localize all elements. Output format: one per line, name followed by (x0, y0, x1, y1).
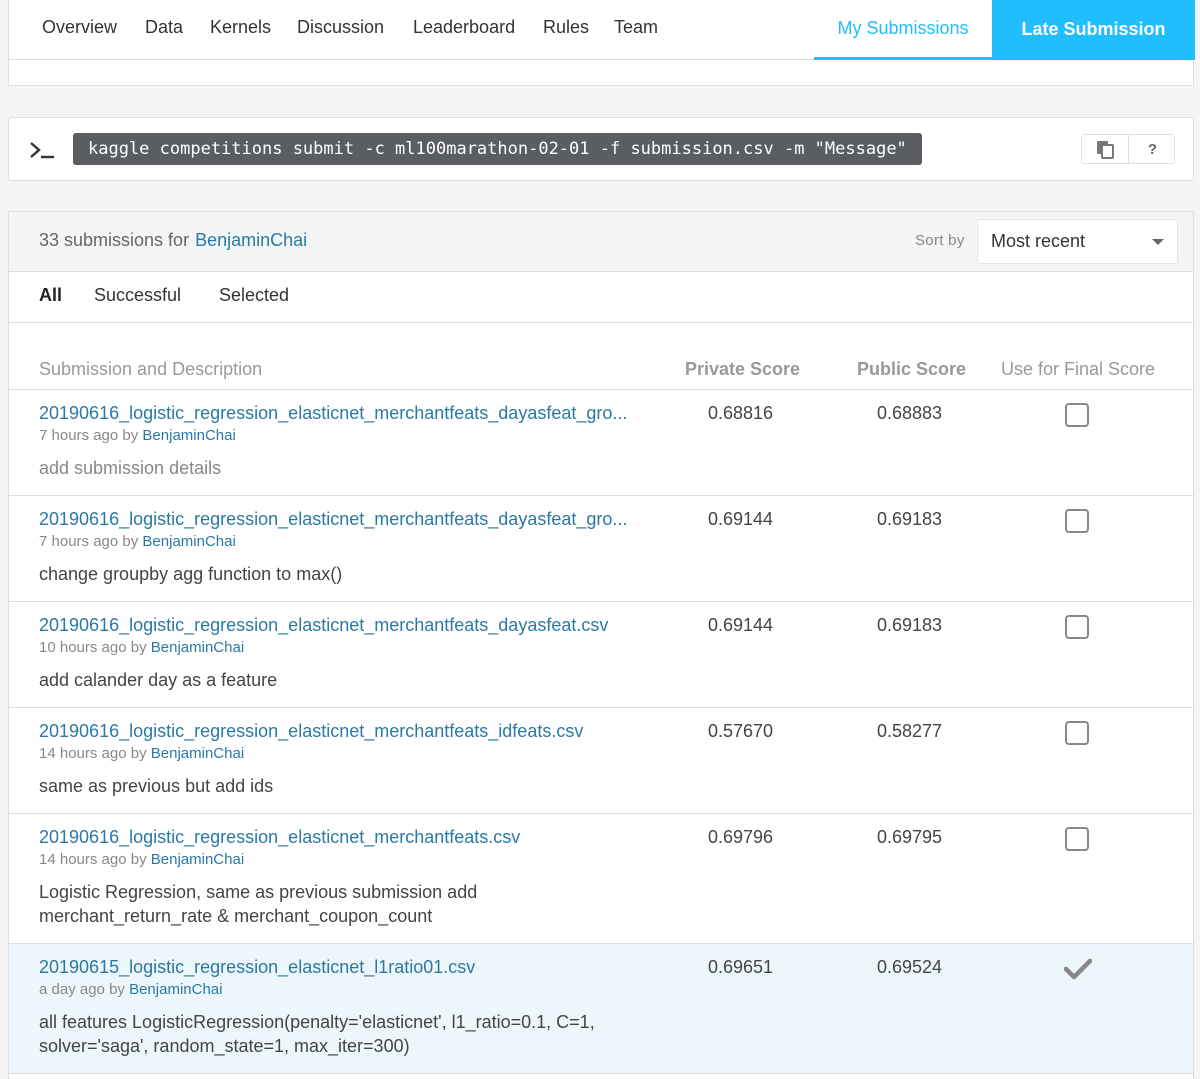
final-score-checkbox[interactable] (1065, 721, 1089, 745)
competition-nav: Overview Data Kernels Discussion Leaderb… (8, 0, 1195, 86)
table-row: 20190616_logistic_regression_elasticnet_… (9, 390, 1193, 496)
submission-description: change groupby agg function to max() (39, 564, 343, 584)
submission-time: 7 hours ago (39, 533, 119, 550)
copy-command-button[interactable] (1082, 135, 1129, 163)
submission-count-text: 33 submissions for (39, 230, 190, 250)
final-score-checkbox[interactable] (1065, 615, 1089, 639)
submission-meta: 7 hours ago by BenjaminChai (39, 533, 236, 550)
chevron-down-icon (1152, 239, 1164, 245)
submission-time: 14 hours ago (39, 851, 127, 868)
tab-data[interactable]: Data (145, 17, 183, 38)
col-submission: Submission and Description (39, 359, 263, 379)
submission-description: same as previous but add ids (39, 776, 274, 796)
submission-time: a day ago (39, 981, 105, 998)
by-label: by (130, 745, 147, 762)
submission-meta: 7 hours ago by BenjaminChai (39, 427, 236, 444)
by-label: by (109, 981, 125, 998)
submission-file-link[interactable]: 20190616_logistic_regression_elasticnet_… (39, 615, 608, 636)
table-row-selected: 20190615_logistic_regression_elasticnet_… (9, 944, 1193, 1074)
submission-count: 33 submissions for BenjaminChai (39, 230, 307, 251)
sort-label: Sort by (915, 232, 965, 249)
submission-user-link[interactable]: BenjaminChai (142, 427, 235, 444)
submission-description: add calander day as a feature (39, 670, 278, 690)
public-score: 0.69795 (877, 827, 943, 847)
tab-overview[interactable]: Overview (42, 17, 117, 38)
api-buttons: ? (1081, 134, 1175, 164)
col-private-score[interactable]: Private Score (685, 359, 800, 380)
api-command-text[interactable]: kaggle competitions submit -c ml100marat… (73, 133, 922, 165)
submission-description[interactable]: add submission details (39, 456, 639, 480)
submission-file-link[interactable]: 20190615_logistic_regression_elasticnet_… (39, 957, 475, 978)
late-submission-button[interactable]: Late Submission (992, 0, 1195, 60)
tab-my-submissions[interactable]: My Submissions (814, 0, 992, 60)
by-label: by (122, 427, 139, 444)
filter-tabs: All Successful Selected (9, 272, 1193, 323)
private-score: 0.69796 (708, 827, 774, 847)
terminal-prompt-icon (30, 142, 54, 159)
tab-leaderboard[interactable]: Leaderboard (413, 17, 515, 38)
final-score-checkbox[interactable] (1065, 403, 1089, 427)
public-score: 0.69524 (877, 957, 943, 977)
tab-rules[interactable]: Rules (543, 17, 589, 38)
submission-meta: 14 hours ago by BenjaminChai (39, 745, 244, 762)
private-score: 0.69144 (708, 509, 774, 529)
sort-select[interactable]: Most recent (977, 219, 1178, 264)
sort-value: Most recent (991, 231, 1086, 251)
submission-user-link[interactable]: BenjaminChai (129, 981, 222, 998)
submissions-panel: 33 submissions for BenjaminChai Sort by M… (8, 211, 1194, 1079)
filter-all[interactable]: All (39, 285, 62, 306)
col-final-score: Use for Final Score (1001, 359, 1156, 379)
public-score: 0.68883 (877, 403, 943, 423)
submission-time: 14 hours ago (39, 745, 127, 762)
tab-discussion[interactable]: Discussion (297, 17, 384, 38)
table-row: 20190616_logistic_regression_elasticnet_… (9, 708, 1193, 814)
submission-time: 10 hours ago (39, 639, 127, 656)
submission-file-link[interactable]: 20190616_logistic_regression_elasticnet_… (39, 509, 627, 530)
final-score-checkbox[interactable] (1065, 509, 1089, 533)
private-score: 0.69651 (708, 957, 774, 977)
tab-team[interactable]: Team (614, 17, 658, 38)
submission-file-link[interactable]: 20190616_logistic_regression_elasticnet_… (39, 403, 627, 424)
table-header: Submission and Description Private Score… (9, 323, 1193, 390)
submission-description: Logistic Regression, same as previous su… (39, 882, 478, 926)
submission-user-link[interactable]: BenjaminChai (151, 851, 244, 868)
submission-time: 7 hours ago (39, 427, 119, 444)
public-score: 0.69183 (877, 509, 943, 529)
api-command-bar: kaggle competitions submit -c ml100marat… (8, 117, 1194, 181)
table-row: 20190616_logistic_regression_elasticnet_… (9, 814, 1193, 944)
col-public-score[interactable]: Public Score (857, 359, 966, 380)
filter-selected[interactable]: Selected (219, 285, 289, 306)
submission-user-link[interactable]: BenjaminChai (142, 533, 235, 550)
submission-description: all features LogisticRegression(penalty=… (39, 1012, 595, 1056)
filter-successful[interactable]: Successful (94, 285, 181, 306)
tab-kernels[interactable]: Kernels (210, 17, 271, 38)
final-score-checkbox[interactable] (1065, 827, 1089, 851)
by-label: by (130, 851, 147, 868)
submissions-header: 33 submissions for BenjaminChai Sort by M… (9, 212, 1193, 272)
table-row: 20190616_logistic_regression_elasticnet_… (9, 602, 1193, 708)
private-score: 0.57670 (708, 721, 774, 741)
submission-meta: 10 hours ago by BenjaminChai (39, 639, 244, 656)
submission-user-link[interactable]: BenjaminChai (151, 639, 244, 656)
private-score: 0.68816 (708, 403, 774, 423)
user-link[interactable]: BenjaminChai (195, 230, 307, 250)
nav-tabs: Overview Data Kernels Discussion Leaderb… (9, 0, 1195, 60)
submission-meta: 14 hours ago by BenjaminChai (39, 851, 244, 868)
table-row: 20190616_logistic_regression_elasticnet_… (9, 496, 1193, 602)
checkmark-icon[interactable] (1064, 958, 1092, 980)
by-label: by (122, 533, 139, 550)
submission-file-link[interactable]: 20190616_logistic_regression_elasticnet_… (39, 721, 583, 742)
submission-file-link[interactable]: 20190616_logistic_regression_elasticnet_… (39, 827, 520, 848)
submission-meta: a day ago by BenjaminChai (39, 981, 222, 998)
submission-user-link[interactable]: BenjaminChai (151, 745, 244, 762)
public-score: 0.69183 (877, 615, 943, 635)
private-score: 0.69144 (708, 615, 774, 635)
help-button[interactable]: ? (1129, 135, 1176, 163)
public-score: 0.58277 (877, 721, 943, 741)
by-label: by (130, 639, 147, 656)
copy-icon (1097, 140, 1114, 159)
